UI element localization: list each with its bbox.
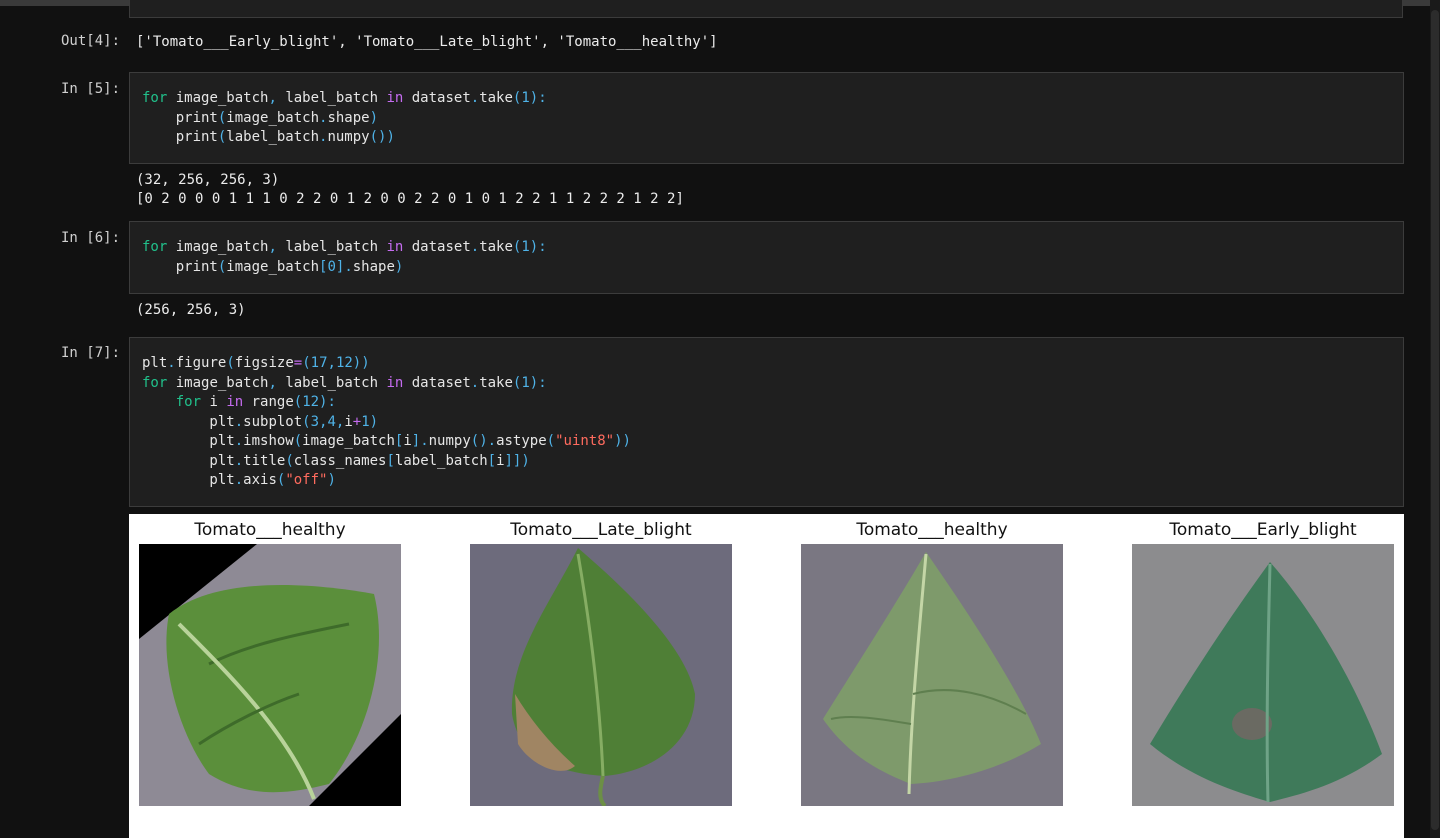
cell6-output-line-1: (256, 256, 3) — [136, 302, 246, 318]
cell5-prompt: In [5]: — [61, 81, 121, 97]
cell5-code: for image_batch, label_batch in dataset.… — [142, 90, 547, 145]
leaf-image-3 — [801, 544, 1063, 806]
cell7-code-editor[interactable]: plt.figure(figsize=(17,12)) for image_ba… — [129, 337, 1404, 507]
leaf-image-1 — [139, 544, 401, 806]
cell6-code-editor[interactable]: for image_batch, label_batch in dataset.… — [129, 221, 1404, 294]
scrollbar-thumb[interactable] — [1431, 10, 1439, 830]
cell6-code: for image_batch, label_batch in dataset.… — [142, 239, 547, 275]
cell7-prompt: In [7]: — [61, 345, 121, 361]
subplot-4-title: Tomato___Early_blight — [1169, 520, 1357, 540]
previous-cell-bottom[interactable] — [129, 0, 1403, 18]
subplot-1-title: Tomato___healthy — [194, 520, 346, 540]
cell5-output-line-2: [0 2 0 0 0 1 1 1 0 2 2 0 1 2 0 0 2 2 0 1… — [136, 191, 684, 207]
subplot-3-title: Tomato___healthy — [856, 520, 1008, 540]
matplotlib-figure: Tomato___healthy Tomato___Late_blight To… — [129, 514, 1404, 838]
leaf-image-4 — [1132, 544, 1394, 806]
scrollbar[interactable] — [1430, 0, 1440, 838]
out4-text: ['Tomato___Early_blight', 'Tomato___Late… — [136, 34, 718, 50]
subplot-2-title: Tomato___Late_blight — [510, 520, 692, 540]
cell5-code-editor[interactable]: for image_batch, label_batch in dataset.… — [129, 72, 1404, 164]
cell6-prompt: In [6]: — [61, 230, 121, 246]
leaf-image-2 — [470, 544, 732, 806]
cell5-output-line-1: (32, 256, 256, 3) — [136, 172, 280, 188]
cell7-code: plt.figure(figsize=(17,12)) for image_ba… — [142, 355, 631, 488]
out4-prompt: Out[4]: — [61, 33, 121, 49]
